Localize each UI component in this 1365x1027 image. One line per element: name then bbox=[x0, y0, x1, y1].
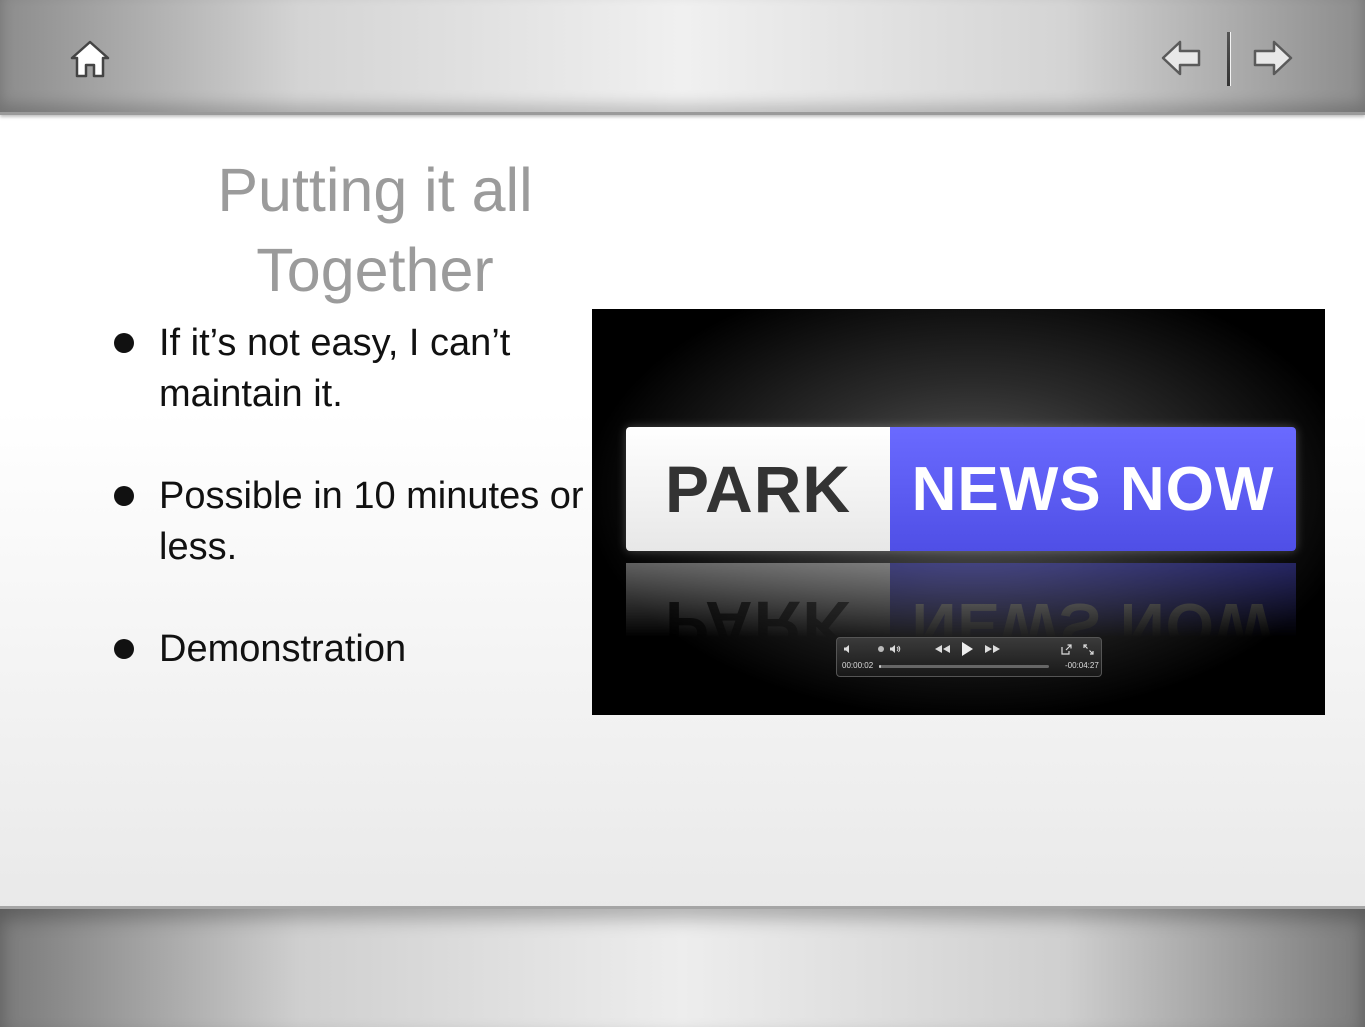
bullet-item: Demonstration bbox=[104, 624, 584, 675]
share-icon[interactable] bbox=[1061, 644, 1072, 655]
play-icon[interactable] bbox=[959, 641, 975, 657]
volume-icon[interactable] bbox=[843, 644, 853, 654]
bullet-item: If it’s not easy, I can’t maintain it. bbox=[104, 318, 584, 420]
fullscreen-icon[interactable] bbox=[1083, 644, 1094, 655]
bottom-bar bbox=[0, 906, 1365, 1027]
logo-text-right: NEWS NOW bbox=[890, 427, 1296, 551]
park-news-now-logo: PARK NEWS NOW bbox=[626, 427, 1296, 551]
progress-fill bbox=[879, 665, 881, 668]
progress-scrubber[interactable] bbox=[879, 665, 1049, 668]
home-icon bbox=[70, 40, 110, 78]
home-button[interactable] bbox=[68, 38, 112, 80]
volume-max-icon[interactable] bbox=[889, 644, 901, 654]
bullet-item: Possible in 10 minutes or less. bbox=[104, 471, 584, 573]
arrow-left-icon bbox=[1161, 40, 1201, 76]
arrow-right-icon bbox=[1253, 40, 1293, 76]
logo-text-left: PARK bbox=[626, 427, 890, 551]
bullet-list: If it’s not easy, I can’t maintain it. P… bbox=[104, 318, 584, 726]
fast-forward-icon[interactable] bbox=[983, 644, 1001, 654]
rewind-icon[interactable] bbox=[934, 644, 952, 654]
next-slide-button[interactable] bbox=[1252, 38, 1294, 78]
remaining-time: -00:04:27 bbox=[1065, 661, 1099, 670]
previous-slide-button[interactable] bbox=[1160, 38, 1202, 78]
nav-divider bbox=[1227, 32, 1230, 86]
top-toolbar bbox=[0, 0, 1365, 115]
slide-title: Putting it all Together bbox=[217, 156, 533, 304]
video-controls: 00:00:02 -00:04:27 bbox=[836, 637, 1102, 677]
volume-slider-knob-icon[interactable] bbox=[877, 645, 885, 653]
elapsed-time: 00:00:02 bbox=[842, 661, 874, 670]
video-player[interactable]: PARK NEWS NOW PARK NEWS NOW 00:00:02 -00… bbox=[592, 309, 1325, 715]
